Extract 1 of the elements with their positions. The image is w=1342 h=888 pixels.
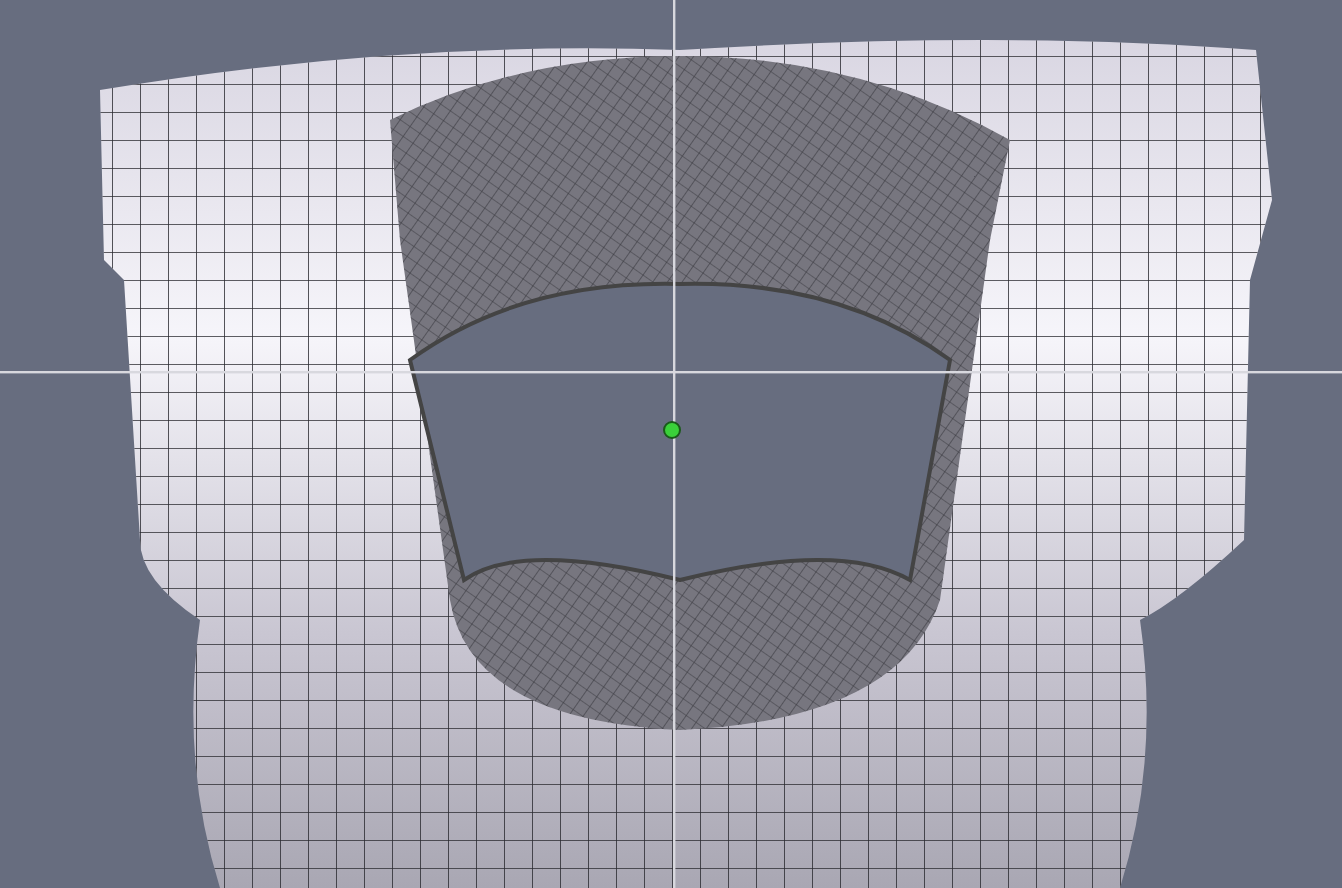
3d-viewport[interactable] — [0, 0, 1342, 888]
